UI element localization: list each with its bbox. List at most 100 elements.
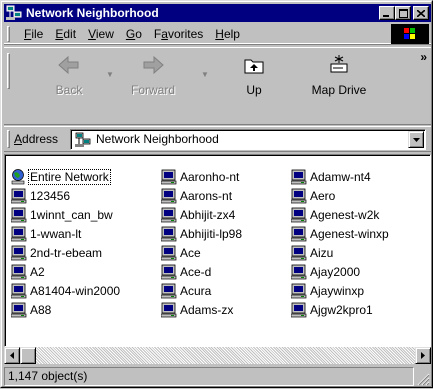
menu-edit[interactable]: Edit (49, 27, 82, 41)
up-folder-icon (244, 59, 264, 74)
list-item[interactable]: 2nd-tr-ebeam (10, 243, 121, 262)
list-item[interactable]: Acura (160, 281, 243, 300)
horizontal-scrollbar[interactable] (4, 347, 431, 364)
menu-file[interactable]: File (18, 27, 49, 41)
address-dropdown-button[interactable] (408, 131, 424, 148)
item-name: Ajaywinxp (310, 283, 365, 298)
network-neighborhood-icon (75, 132, 91, 148)
address-label-accel: A (14, 132, 23, 146)
list-item[interactable]: 1winnt_can_bw (10, 205, 121, 224)
list-item[interactable]: Entire Network (11, 167, 121, 186)
item-name: Ajgw2kpro1 (310, 302, 373, 317)
computer-icon (290, 283, 307, 299)
item-name: Ace (180, 245, 201, 260)
minimize-icon (383, 15, 389, 17)
forward-arrow-icon (143, 55, 164, 75)
forward-button[interactable]: Forward (116, 54, 190, 97)
computer-icon (160, 169, 177, 185)
list-item[interactable]: Aero (290, 186, 390, 205)
list-item[interactable]: Agenest-winxp (290, 224, 390, 243)
menu-favorites-label: vorites (167, 27, 204, 41)
up-button[interactable]: Up (234, 54, 274, 97)
computer-icon (160, 188, 177, 204)
computer-icon (10, 207, 27, 223)
item-name: Abhijiti-lp98 (180, 226, 243, 241)
list-item[interactable]: Aizu (290, 243, 390, 262)
menu-favorites-accel: a (161, 27, 168, 41)
toolbar-more-chevron[interactable]: » (420, 50, 427, 64)
item-name: Adams-zx (180, 302, 234, 317)
map-drive-label: Map Drive (311, 83, 367, 97)
computer-icon (160, 207, 177, 223)
entire-network-icon (11, 168, 27, 185)
list-item[interactable]: Aarons-nt (160, 186, 243, 205)
list-item[interactable]: Ajgw2kpro1 (290, 300, 390, 319)
forward-dropdown-icon[interactable]: ▼ (201, 70, 209, 79)
menu-favorites[interactable]: Favorites (148, 27, 209, 41)
list-item[interactable]: A88 (10, 300, 121, 319)
computer-icon (160, 245, 177, 261)
address-bar-grip[interactable] (7, 130, 10, 148)
item-name: Aaronho-nt (180, 169, 240, 184)
menu-edit-label: dit (63, 27, 77, 41)
address-label-text: ddress (22, 132, 59, 146)
list-item[interactable]: Ajay2000 (290, 262, 390, 281)
computer-icon (10, 283, 27, 299)
scroll-thumb[interactable] (20, 347, 36, 364)
minimize-button[interactable] (379, 6, 395, 20)
menu-view-label: iew (95, 27, 114, 41)
map-drive-button[interactable]: Map Drive (306, 54, 372, 97)
list-item[interactable]: 123456 (10, 186, 121, 205)
list-item[interactable]: Ace-d (160, 262, 243, 281)
item-name: Acura (180, 283, 212, 298)
scroll-left-button[interactable] (4, 347, 20, 364)
item-name: 2nd-tr-ebeam (30, 245, 103, 260)
resize-grip-icon[interactable] (417, 373, 430, 386)
list-item[interactable]: Abhijiti-lp98 (160, 224, 243, 243)
standard-toolbar: Back ▼ Forward ▼ Up Map Drive » (4, 47, 431, 125)
list-item[interactable]: Agenest-w2k (290, 205, 390, 224)
item-name: Entire Network (28, 168, 111, 185)
title-bar[interactable]: Network Neighborhood (4, 4, 431, 22)
computer-icon (10, 264, 27, 280)
menu-bar-grip[interactable] (7, 26, 10, 42)
scroll-right-button[interactable] (415, 347, 431, 364)
file-list-view[interactable]: Entire Network 123456 1winnt_can_bw 1-ww… (4, 154, 431, 347)
computer-icon (10, 302, 27, 318)
back-button[interactable]: Back (40, 54, 98, 97)
maximize-button[interactable] (395, 6, 411, 20)
item-name: 1winnt_can_bw (30, 207, 113, 222)
computer-icon (290, 264, 307, 280)
menu-go-accel: G (125, 27, 136, 41)
list-item[interactable]: Ajaywinxp (290, 281, 390, 300)
arrow-right-icon (421, 352, 425, 359)
status-bar: 1,147 object(s) (4, 366, 431, 387)
status-text: 1,147 object(s) (4, 367, 414, 386)
computer-icon (160, 264, 177, 280)
arrow-left-icon (10, 352, 14, 359)
list-item[interactable]: Ace (160, 243, 243, 262)
back-dropdown-icon[interactable]: ▼ (106, 70, 114, 79)
list-item[interactable]: Aaronho-nt (160, 167, 243, 186)
computer-icon (160, 302, 177, 318)
list-item[interactable]: A2 (10, 262, 121, 281)
toolbar-grip[interactable] (7, 53, 10, 89)
list-item[interactable]: A81404-win2000 (10, 281, 121, 300)
menu-view[interactable]: View (82, 27, 120, 41)
menu-go[interactable]: Go (120, 27, 148, 41)
menu-help[interactable]: Help (209, 27, 246, 41)
computer-icon (10, 245, 27, 261)
close-button[interactable] (413, 6, 429, 20)
computer-icon (290, 226, 307, 242)
list-item[interactable]: 1-wwan-lt (10, 224, 121, 243)
list-item[interactable]: Abhijit-zx4 (160, 205, 243, 224)
up-label: Up (246, 83, 262, 97)
address-combobox[interactable]: Network Neighborhood (70, 129, 426, 150)
item-column-2: Aaronho-nt Aarons-nt Abhijit-zx4 Abhijit… (160, 167, 243, 319)
list-item[interactable]: Adamw-nt4 (290, 167, 390, 186)
list-item[interactable]: Adams-zx (160, 300, 243, 319)
item-name: Ace-d (180, 264, 212, 279)
item-name: Aizu (310, 245, 334, 260)
item-name: Adamw-nt4 (310, 169, 371, 184)
menu-go-label: o (135, 27, 142, 41)
